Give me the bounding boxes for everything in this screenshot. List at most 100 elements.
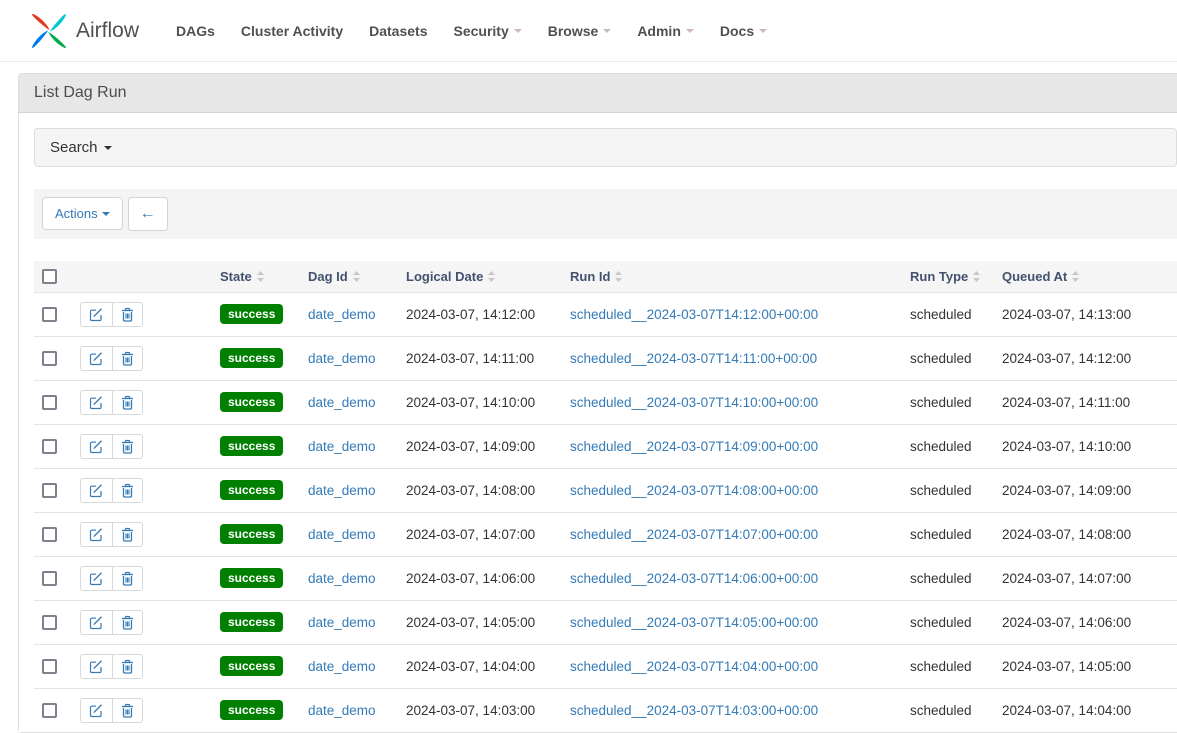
search-accordion-toggle[interactable]: Search	[34, 128, 1177, 167]
edit-record-button[interactable]	[80, 302, 113, 327]
state-cell: success	[212, 556, 300, 600]
edit-icon	[89, 439, 104, 454]
sort-icon[interactable]	[972, 270, 981, 283]
nav-item[interactable]: Datasets	[356, 23, 440, 39]
column-header-run-type[interactable]: Run Type	[902, 261, 994, 293]
row-checkbox[interactable]	[42, 439, 57, 454]
delete-record-button[interactable]	[112, 610, 143, 635]
dag-id-link[interactable]: date_demo	[308, 659, 376, 674]
airflow-brand[interactable]: Airflow	[30, 12, 139, 50]
delete-record-button[interactable]	[112, 522, 143, 547]
row-checkbox[interactable]	[42, 615, 57, 630]
edit-record-button[interactable]	[80, 346, 113, 371]
dag-run-table: State Dag Id Logical Date Run Id Run Typ…	[34, 261, 1177, 732]
sort-icon[interactable]	[352, 270, 361, 283]
edit-record-button[interactable]	[80, 566, 113, 591]
run-id-link[interactable]: scheduled__2024-03-07T14:08:00+00:00	[570, 483, 818, 498]
nav-item[interactable]: Docs	[707, 23, 780, 39]
nav-item[interactable]: DAGs	[163, 23, 228, 39]
run-id-cell: scheduled__2024-03-07T14:08:00+00:00	[562, 468, 902, 512]
row-checkbox[interactable]	[42, 659, 57, 674]
row-checkbox[interactable]	[42, 703, 57, 718]
run-id-link[interactable]: scheduled__2024-03-07T14:03:00+00:00	[570, 703, 818, 718]
list-dag-run-panel: List Dag Run Search Actions ←	[18, 73, 1177, 733]
row-select-cell	[34, 380, 72, 424]
row-checkbox[interactable]	[42, 307, 57, 322]
dag-id-link[interactable]: date_demo	[308, 703, 376, 718]
row-checkbox[interactable]	[42, 527, 57, 542]
dag-id-link[interactable]: date_demo	[308, 439, 376, 454]
delete-record-button[interactable]	[112, 346, 143, 371]
edit-record-button[interactable]	[80, 522, 113, 547]
nav-item[interactable]: Cluster Activity	[228, 23, 356, 39]
edit-record-button[interactable]	[80, 390, 113, 415]
airflow-pinwheel-icon	[30, 12, 68, 50]
dag-id-link[interactable]: date_demo	[308, 527, 376, 542]
run-type-cell: scheduled	[902, 292, 994, 336]
select-all-checkbox[interactable]	[42, 269, 57, 284]
delete-record-button[interactable]	[112, 698, 143, 723]
run-id-link[interactable]: scheduled__2024-03-07T14:11:00+00:00	[570, 351, 817, 366]
run-id-link[interactable]: scheduled__2024-03-07T14:04:00+00:00	[570, 659, 818, 674]
delete-record-button[interactable]	[112, 566, 143, 591]
nav-item[interactable]: Admin	[624, 23, 707, 39]
brand-label: Airflow	[76, 19, 139, 43]
dag-id-link[interactable]: date_demo	[308, 571, 376, 586]
run-id-link[interactable]: scheduled__2024-03-07T14:06:00+00:00	[570, 571, 818, 586]
run-type-cell: scheduled	[902, 512, 994, 556]
dag-id-link[interactable]: date_demo	[308, 395, 376, 410]
logical-date-cell: 2024-03-07, 14:12:00	[398, 292, 562, 336]
row-select-cell	[34, 512, 72, 556]
edit-record-button[interactable]	[80, 698, 113, 723]
actions-dropdown-button[interactable]: Actions	[42, 197, 123, 230]
row-checkbox[interactable]	[42, 483, 57, 498]
run-id-link[interactable]: scheduled__2024-03-07T14:09:00+00:00	[570, 439, 818, 454]
column-header-state[interactable]: State	[212, 261, 300, 293]
row-actions-cell	[72, 688, 212, 732]
column-header-queued-at[interactable]: Queued At	[994, 261, 1177, 293]
dag-id-link[interactable]: date_demo	[308, 483, 376, 498]
run-id-link[interactable]: scheduled__2024-03-07T14:12:00+00:00	[570, 307, 818, 322]
status-badge: success	[220, 612, 283, 632]
run-id-cell: scheduled__2024-03-07T14:09:00+00:00	[562, 424, 902, 468]
delete-record-button[interactable]	[112, 654, 143, 679]
row-select-cell	[34, 688, 72, 732]
column-header-dag-id[interactable]: Dag Id	[300, 261, 398, 293]
sort-icon[interactable]	[487, 270, 496, 283]
nav-item[interactable]: Browse	[535, 23, 625, 39]
dag-id-link[interactable]: date_demo	[308, 351, 376, 366]
run-id-link[interactable]: scheduled__2024-03-07T14:10:00+00:00	[570, 395, 818, 410]
sort-icon[interactable]	[1071, 270, 1080, 283]
dag-id-link[interactable]: date_demo	[308, 307, 376, 322]
back-button[interactable]: ←	[128, 197, 168, 231]
state-cell: success	[212, 512, 300, 556]
row-checkbox[interactable]	[42, 571, 57, 586]
row-checkbox[interactable]	[42, 395, 57, 410]
edit-record-button[interactable]	[80, 654, 113, 679]
row-checkbox[interactable]	[42, 351, 57, 366]
delete-record-button[interactable]	[112, 434, 143, 459]
edit-record-button[interactable]	[80, 610, 113, 635]
dag-id-cell: date_demo	[300, 644, 398, 688]
edit-record-button[interactable]	[80, 434, 113, 459]
nav-item[interactable]: Security	[440, 23, 534, 39]
state-cell: success	[212, 336, 300, 380]
run-type-cell: scheduled	[902, 468, 994, 512]
edit-icon	[89, 615, 104, 630]
actions-toolbar: Actions ←	[34, 189, 1177, 239]
delete-record-button[interactable]	[112, 478, 143, 503]
trash-icon	[121, 395, 134, 410]
delete-record-button[interactable]	[112, 390, 143, 415]
run-id-link[interactable]: scheduled__2024-03-07T14:05:00+00:00	[570, 615, 818, 630]
column-header-run-id[interactable]: Run Id	[562, 261, 902, 293]
sort-icon[interactable]	[256, 270, 265, 283]
dag-id-link[interactable]: date_demo	[308, 615, 376, 630]
dag-id-cell: date_demo	[300, 336, 398, 380]
column-header-logical-date[interactable]: Logical Date	[398, 261, 562, 293]
delete-record-button[interactable]	[112, 302, 143, 327]
row-select-cell	[34, 556, 72, 600]
sort-icon[interactable]	[614, 270, 623, 283]
edit-record-button[interactable]	[80, 478, 113, 503]
queued-at-cell: 2024-03-07, 14:12:00	[994, 336, 1177, 380]
run-id-link[interactable]: scheduled__2024-03-07T14:07:00+00:00	[570, 527, 818, 542]
